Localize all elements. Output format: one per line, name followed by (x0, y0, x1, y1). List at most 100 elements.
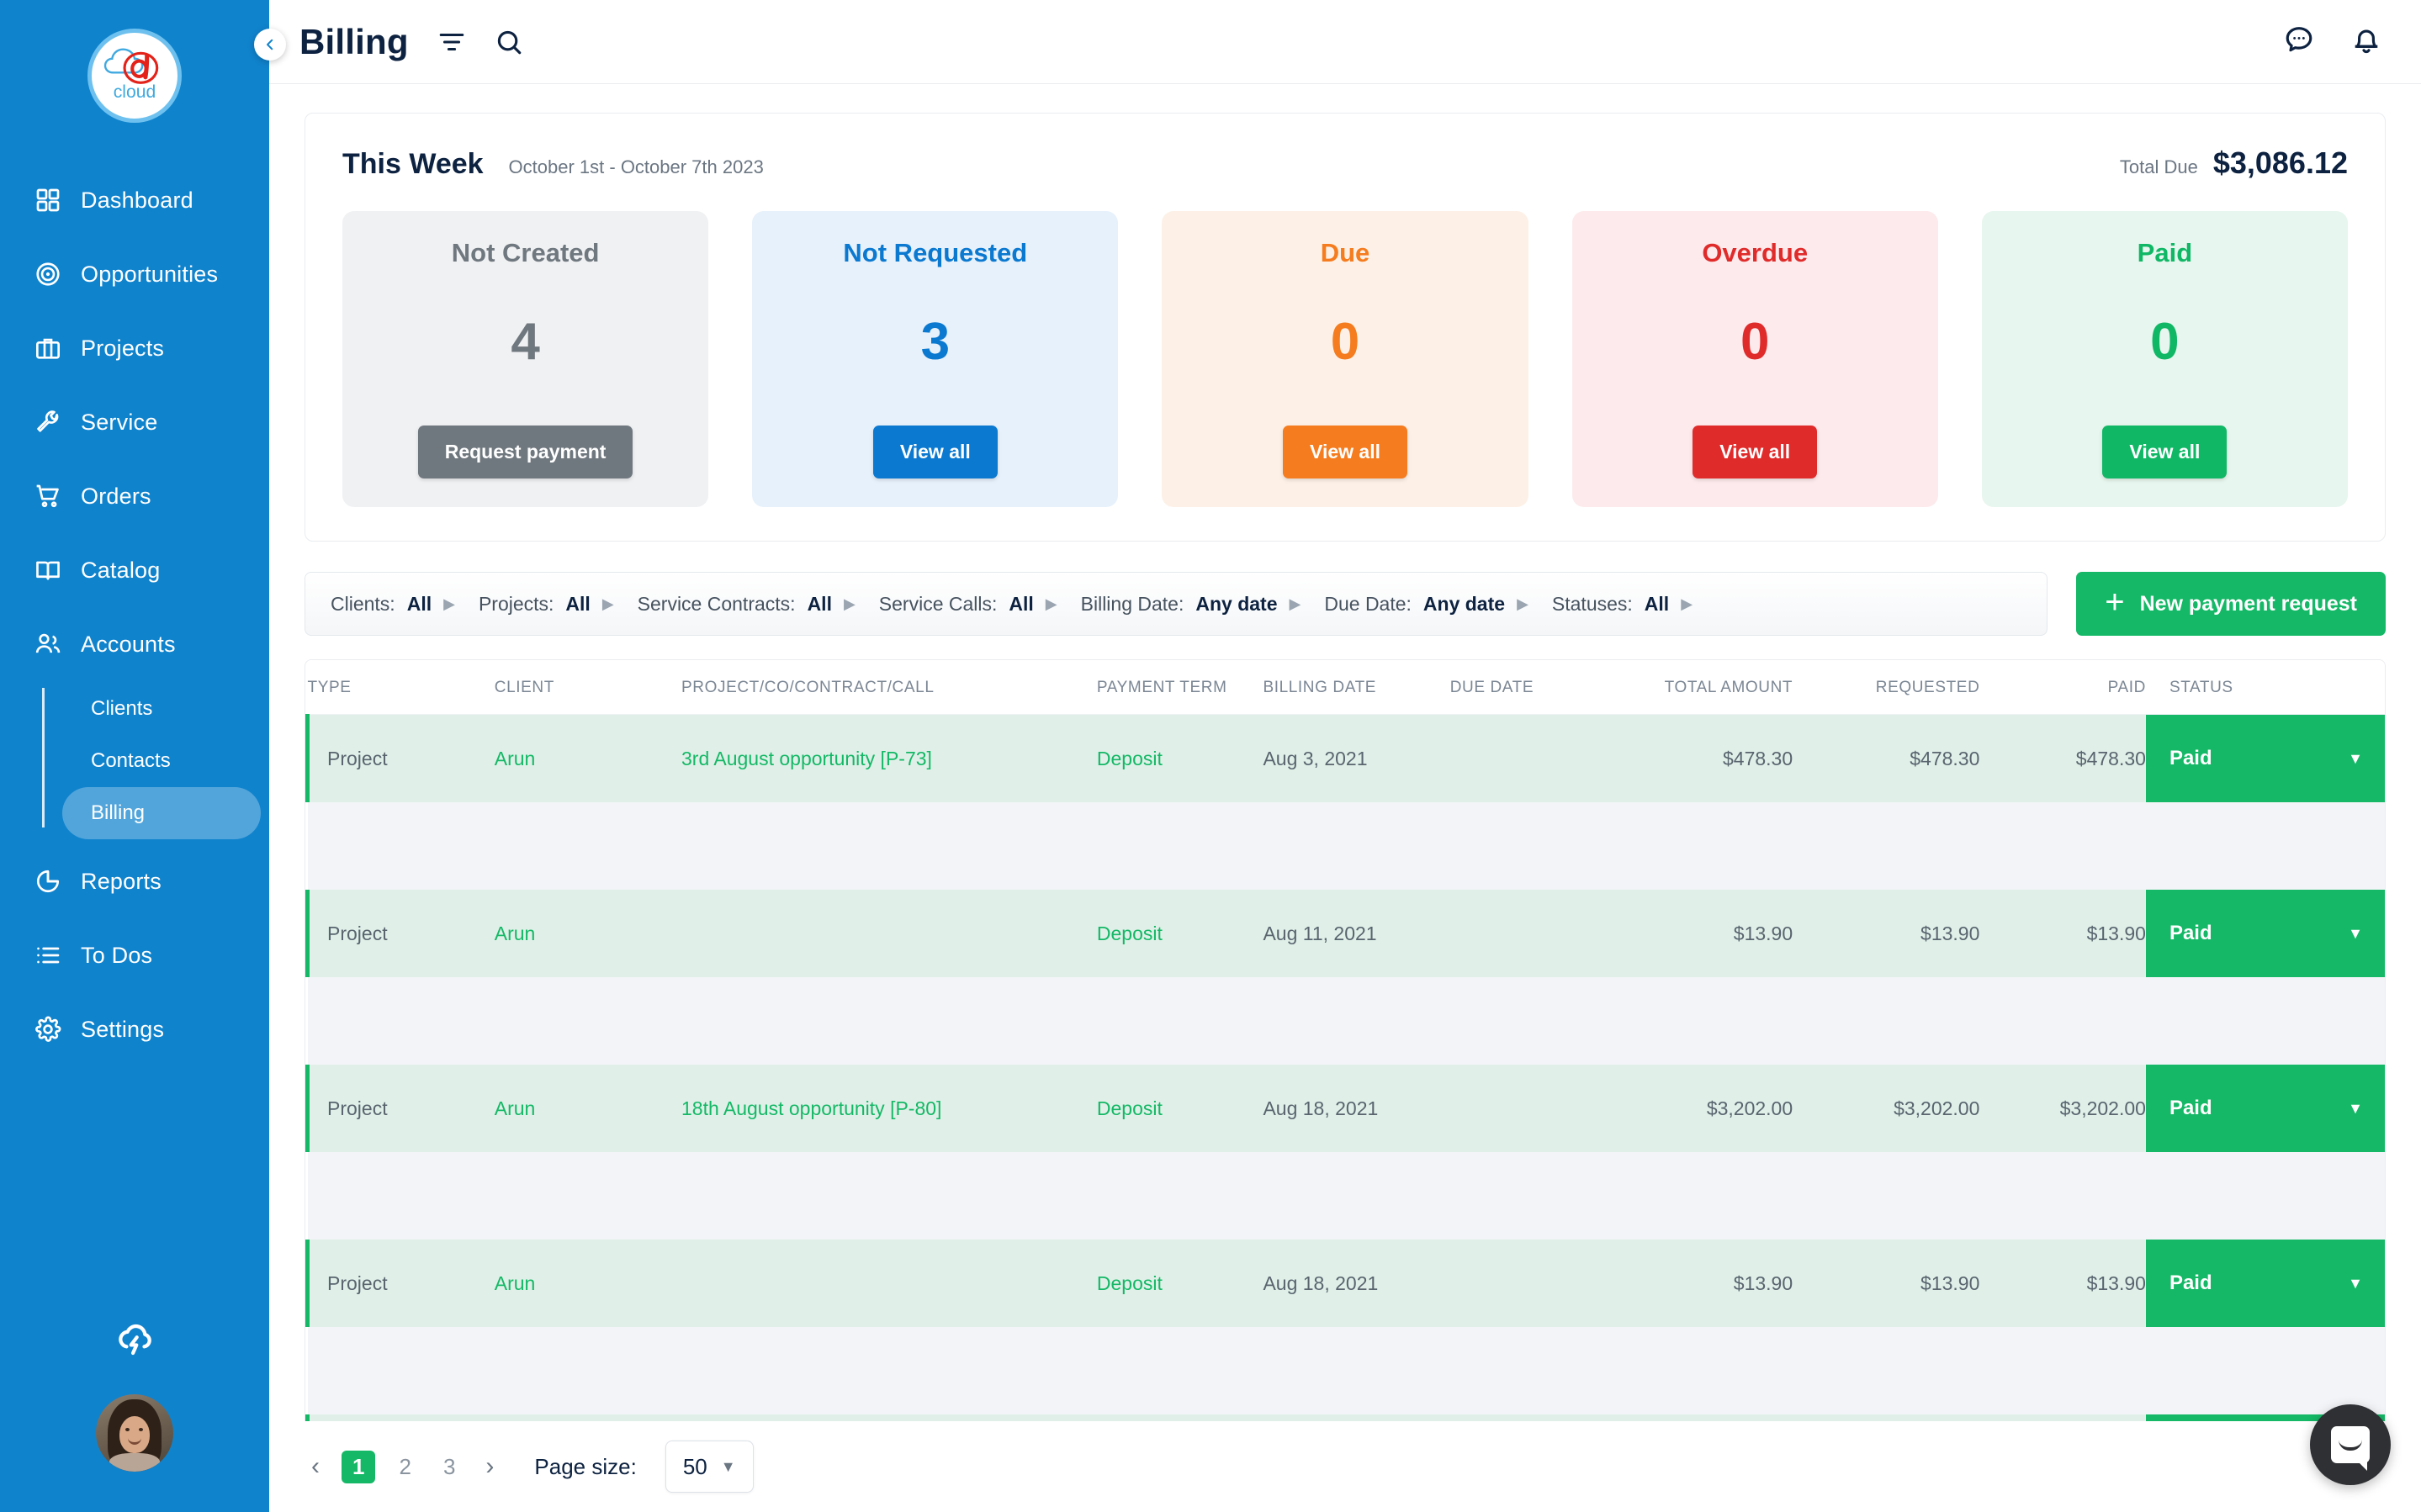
status-card-title: Not Created (451, 238, 600, 267)
cell-due-date (1449, 714, 1596, 802)
cell-billing-date: Aug 3, 2021 (1263, 714, 1450, 802)
column-status[interactable]: STATUS (2145, 660, 2385, 715)
prev-page-button[interactable]: ‹ (305, 1452, 326, 1481)
cloud-lightning-icon[interactable] (0, 1319, 269, 1357)
status-badge[interactable]: Paid ▼ (2145, 715, 2385, 802)
filter-clients[interactable]: Clients: All ▶ (331, 593, 467, 616)
cell-project[interactable] (681, 890, 1097, 977)
view-all-not-requested-button[interactable]: View all (872, 426, 998, 478)
status-card-title: Due (1320, 238, 1370, 267)
table-header-row: TYPE CLIENT PROJECT/CO/CONTRACT/CALL PAY… (307, 660, 2385, 715)
search-icon[interactable] (495, 28, 523, 56)
avatar[interactable] (96, 1394, 173, 1472)
view-all-overdue-button[interactable]: View all (1693, 426, 1818, 478)
intercom-messenger-button[interactable] (2310, 1404, 2391, 1485)
filter-service-contracts[interactable]: Service Contracts: All ▶ (638, 593, 867, 616)
summary-date-range: October 1st - October 7th 2023 (508, 156, 764, 177)
cell-due-date (1449, 890, 1596, 977)
row-spacer-cell (307, 802, 2385, 890)
gear-icon (34, 1015, 62, 1044)
filter-billing-date[interactable]: Billing Date: Any date ▶ (1081, 593, 1313, 616)
user-avatar-container[interactable] (0, 1394, 269, 1472)
page-button-2[interactable]: 2 (390, 1454, 419, 1480)
page-button-3[interactable]: 3 (435, 1454, 464, 1480)
column-total-amount[interactable]: TOTAL AMOUNT (1595, 660, 1793, 715)
cell-project[interactable]: 18th August opportunity [P-80] (681, 1065, 1097, 1152)
sidebar-item-label: Reports (81, 868, 162, 894)
cell-client[interactable]: Arun (494, 1065, 681, 1152)
cell-paid: $13.90 (1979, 1414, 2146, 1421)
cell-project[interactable]: 3rd August opportunity [P-73] (681, 714, 1097, 802)
column-type[interactable]: TYPE (307, 660, 495, 715)
cell-project[interactable] (681, 1240, 1097, 1327)
column-project[interactable]: PROJECT/CO/CONTRACT/CALL (681, 660, 1097, 715)
sidebar-item-service[interactable]: Service (0, 399, 269, 446)
page-button-1[interactable]: 1 (342, 1450, 376, 1483)
table-row[interactable]: Project Arun 18th August opportunity [P-… (305, 1065, 2385, 1152)
sidebar-item-dashboard[interactable]: Dashboard (0, 177, 269, 224)
cell-client[interactable]: Arun (494, 1414, 681, 1421)
sidebar-item-projects[interactable]: Projects (0, 325, 269, 372)
sidebar-item-orders[interactable]: Orders (0, 473, 269, 520)
column-payment-term[interactable]: PAYMENT TERM (1096, 660, 1263, 715)
status-card-not-requested: Not Requested 3 View all (752, 211, 1119, 507)
cell-client[interactable]: Arun (494, 1240, 681, 1327)
cell-total: $13.90 (1595, 1414, 1793, 1421)
filter-statuses[interactable]: Statuses: All ▶ (1552, 593, 1704, 616)
sidebar-item-opportunities[interactable]: Opportunities (0, 251, 269, 298)
chat-bubble-icon[interactable] (2283, 24, 2315, 60)
sidebar-collapse-button[interactable] (254, 29, 286, 61)
column-paid[interactable]: PAID (1979, 660, 2146, 715)
sidebar-item-contacts[interactable]: Contacts (62, 735, 261, 787)
table-row[interactable]: Project Arun 3rd August opportunity [P-7… (305, 714, 2385, 802)
column-billing-date[interactable]: BILLING DATE (1263, 660, 1450, 715)
request-payment-button[interactable]: Request payment (417, 426, 633, 478)
cell-type: Project (305, 1065, 495, 1152)
sidebar-item-todos[interactable]: To Dos (0, 932, 269, 979)
status-badge[interactable]: Paid ▼ (2145, 1240, 2385, 1327)
filter-service-calls[interactable]: Service Calls: All ▶ (879, 593, 1069, 616)
page-size-select[interactable]: 50 ▼ (665, 1441, 754, 1493)
next-page-button[interactable]: › (479, 1452, 501, 1481)
cell-payment-term: Deposit (1096, 714, 1263, 802)
cell-requested: $13.90 (1793, 1414, 1980, 1421)
filter-icon[interactable] (437, 28, 466, 56)
filter-projects[interactable]: Projects: All ▶ (479, 593, 626, 616)
sidebar-item-billing[interactable]: Billing (62, 787, 261, 839)
column-client[interactable]: CLIENT (494, 660, 681, 715)
column-due-date[interactable]: DUE DATE (1449, 660, 1596, 715)
sidebar-item-catalog[interactable]: Catalog (0, 547, 269, 594)
filter-due-date[interactable]: Due Date: Any date ▶ (1324, 593, 1540, 616)
cell-client[interactable]: Arun (494, 890, 681, 977)
cell-client[interactable]: Arun (494, 714, 681, 802)
cell-status[interactable]: Paid ▼ (2145, 1240, 2385, 1327)
sidebar-item-clients[interactable]: Clients (62, 683, 261, 735)
billing-table: TYPE CLIENT PROJECT/CO/CONTRACT/CALL PAY… (305, 659, 2386, 1421)
sidebar-item-label: Projects (81, 335, 165, 361)
notification-bell-icon[interactable] (2350, 24, 2382, 60)
sidebar-item-reports[interactable]: Reports (0, 858, 269, 905)
column-requested[interactable]: REQUESTED (1793, 660, 1980, 715)
row-spacer (307, 977, 2385, 1065)
status-badge[interactable]: Paid ▼ (2145, 1065, 2385, 1152)
new-payment-request-button[interactable]: + New payment request (2076, 572, 2386, 636)
filter-row: Clients: All ▶ Projects: All ▶ Service C… (305, 572, 2386, 636)
table-row[interactable]: Project Arun 18th August opportunity [P-… (305, 1414, 2385, 1421)
view-all-paid-button[interactable]: View all (2102, 426, 2228, 478)
cell-status[interactable]: Paid ▼ (2145, 890, 2385, 977)
table-row[interactable]: Project Arun Deposit Aug 11, 2021 $13.90… (305, 890, 2385, 977)
sidebar-subitem-label: Billing (91, 801, 146, 824)
weekly-summary-panel: This Week October 1st - October 7th 2023… (305, 113, 2386, 542)
cell-due-date (1449, 1065, 1596, 1152)
cell-requested: $478.30 (1793, 714, 1980, 802)
view-all-due-button[interactable]: View all (1283, 426, 1407, 478)
cell-status[interactable]: Paid ▼ (2145, 714, 2385, 802)
sidebar-item-settings[interactable]: Settings (0, 1006, 269, 1053)
plus-icon: + (2105, 584, 2125, 621)
table-row[interactable]: Project Arun Deposit Aug 18, 2021 $13.90… (305, 1240, 2385, 1327)
sidebar-item-accounts[interactable]: Accounts (0, 621, 269, 668)
cell-project[interactable]: 18th August opportunity [P-80] (681, 1414, 1097, 1421)
d-cloud-logo[interactable]: cloud (87, 29, 182, 123)
cell-status[interactable]: Paid ▼ (2145, 1065, 2385, 1152)
status-badge[interactable]: Paid ▼ (2145, 890, 2385, 977)
